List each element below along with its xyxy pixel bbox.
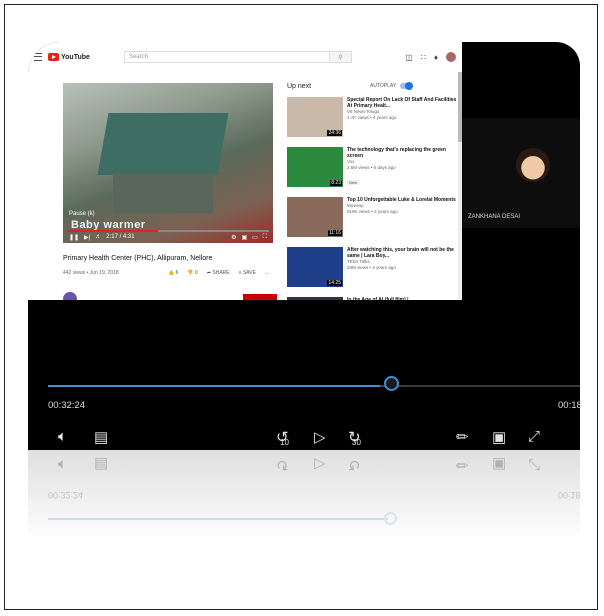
- youtube-play-icon: [48, 53, 59, 61]
- reflection: 🔈︎ ▤ ↺ ▷ ↻ ✏︎ ▣ ⤢ 00:32:24 00:18:: [28, 450, 580, 540]
- recommendation-title[interactable]: Special Report On Lack Of Staff And Faci…: [347, 97, 457, 109]
- reflected-rewind-icon: ↺: [276, 456, 289, 473]
- rewind-seconds: 10: [280, 438, 289, 447]
- save-button[interactable]: ≡ SAVE: [239, 270, 256, 276]
- duration-badge: 14:25: [327, 280, 342, 286]
- recommendation-title[interactable]: After watching this, your brain will not…: [347, 247, 457, 259]
- pen-icon[interactable]: ✏︎: [456, 428, 469, 446]
- reflected-play-icon: ▷: [314, 456, 326, 473]
- reflected-expand-icon: ⤢: [528, 456, 541, 473]
- reflected-speaker-icon: 🔈︎: [58, 456, 68, 473]
- channel-avatar[interactable]: [63, 292, 77, 300]
- reflected-slider: [48, 518, 388, 520]
- pause-icon[interactable]: ❚❚: [69, 234, 79, 241]
- next-icon[interactable]: ▶|: [84, 234, 90, 241]
- autoplay: AUTOPLAY: [370, 82, 414, 90]
- playback-slider-thumb[interactable]: [384, 376, 399, 391]
- captions-icon[interactable]: ▤: [94, 428, 108, 446]
- recommendation-item[interactable]: 24:36 Special Report On Lack Of Staff And…: [287, 97, 457, 145]
- recommendation-thumbnail[interactable]: [287, 297, 343, 300]
- more-button[interactable]: ...: [265, 270, 269, 276]
- up-next-label: Up next: [287, 83, 312, 90]
- speaker-icon[interactable]: 🔈︎: [58, 428, 67, 445]
- reflected-forward-icon: ↻: [348, 456, 361, 473]
- avatar[interactable]: [446, 52, 456, 62]
- search-icon: ⚲: [338, 54, 343, 61]
- recommendation-thumbnail[interactable]: 11:16: [287, 197, 343, 237]
- like-button[interactable]: 👍 6: [168, 270, 178, 276]
- reflected-pip-icon: ▣: [492, 456, 507, 473]
- youtube-progress-fill: [67, 230, 158, 232]
- duration-badge: 8:23: [330, 180, 342, 186]
- dislike-button[interactable]: 👎 0: [187, 270, 197, 276]
- fullscreen-icon[interactable]: ⛶: [263, 234, 267, 241]
- recommendations-list: 24:36 Special Report On Lack Of Staff And…: [287, 97, 457, 300]
- recommendation-item[interactable]: In the Age of AI (full film) |: [287, 297, 457, 300]
- play-button[interactable]: ▷: [314, 428, 326, 446]
- youtube-time: 2:17 / 4:31: [106, 234, 135, 240]
- share-button[interactable]: ➦ SHARE: [207, 270, 230, 276]
- reflected-slider-thumb: [384, 512, 397, 525]
- reflected-captions-icon: ▤: [94, 456, 109, 473]
- new-badge: New: [347, 180, 360, 185]
- video-actions: 👍 6 👎 0 ➦ SHARE ≡ SAVE ...: [168, 270, 269, 276]
- reflected-elapsed-time: 00:32:24: [48, 490, 84, 500]
- expand-icon[interactable]: ⤢: [528, 428, 540, 445]
- recommendation-item[interactable]: 11:16 Top 10 Unforgettable Luke & Lorelai…: [287, 197, 457, 245]
- reflected-pen-icon: ✏︎: [456, 456, 469, 473]
- forward-button[interactable]: ↻ 30: [348, 428, 361, 447]
- playback-slider-track[interactable]: [380, 385, 580, 387]
- video-title: Primary Health Center (PHC), Allipuram, …: [63, 255, 213, 262]
- youtube-video-player[interactable]: Pause (k) Baby warmer ❚❚ ▶| ♬ 2:17 / 4:3…: [63, 83, 273, 243]
- recommendation-meta: 2.5M views • 6 days ago: [347, 165, 396, 170]
- theater-icon[interactable]: ▭: [252, 234, 258, 241]
- recommendation-item[interactable]: 8:23 The technology that's replacing the …: [287, 147, 457, 195]
- youtube-progress-bar[interactable]: [67, 230, 269, 232]
- recommendation-title[interactable]: The technology that's replacing the gree…: [347, 147, 457, 159]
- apps-grid-icon[interactable]: ∷: [421, 53, 426, 62]
- pause-tooltip: Pause (k): [69, 211, 95, 217]
- forward-seconds: 30: [352, 438, 361, 447]
- duration-badge: 11:16: [327, 230, 342, 236]
- bell-icon[interactable]: ♦: [434, 53, 438, 62]
- picture-in-picture-icon[interactable]: ▣: [492, 428, 506, 446]
- volume-icon[interactable]: ♬: [95, 234, 101, 241]
- playback-slider-played[interactable]: [48, 385, 380, 387]
- recommendation-item[interactable]: 14:25 After watching this, your brain wil…: [287, 247, 457, 295]
- settings-icon[interactable]: ⚙: [231, 234, 236, 241]
- video-meta: 442 views • Jun 19, 2018: [63, 270, 119, 276]
- duration-badge: 24:36: [327, 130, 342, 136]
- recommendation-meta: 1.7K views • 4 years ago: [347, 115, 397, 120]
- recommendation-meta: 28M views • 4 years ago: [347, 265, 396, 270]
- youtube-logo[interactable]: YouTube: [48, 53, 90, 61]
- recommendation-meta: 819K views • 2 years ago: [347, 209, 398, 214]
- autoplay-toggle[interactable]: [400, 82, 414, 90]
- participant-name: ZANKHANA DESAI: [468, 214, 521, 220]
- search-button[interactable]: ⚲: [329, 51, 352, 63]
- reflected-remaining-time: 00:18:: [558, 490, 580, 500]
- video-player-window: YouTube Search ⚲ ◫ ∷ ♦ Pause (k) Baby wa…: [28, 42, 580, 450]
- video-frame-machine: [97, 113, 229, 175]
- menu-icon[interactable]: [34, 53, 42, 61]
- recommendation-thumbnail[interactable]: 8:23: [287, 147, 343, 187]
- rewind-button[interactable]: ↺ 10: [276, 428, 289, 447]
- youtube-header: YouTube Search ⚲ ◫ ∷ ♦: [28, 42, 462, 72]
- remaining-time: 00:18:: [558, 400, 580, 411]
- recommendation-title[interactable]: In the Age of AI (full film) |: [347, 297, 457, 300]
- elapsed-time: 00:32:24: [48, 400, 85, 411]
- video-frame-stand: [113, 173, 213, 213]
- upload-video-icon[interactable]: ◫: [405, 53, 413, 62]
- youtube-page: YouTube Search ⚲ ◫ ∷ ♦ Pause (k) Baby wa…: [28, 42, 462, 300]
- recommendation-thumbnail[interactable]: 14:25: [287, 247, 343, 287]
- recommendation-thumbnail[interactable]: 24:36: [287, 97, 343, 137]
- miniplayer-icon[interactable]: ▣: [241, 234, 247, 241]
- search-input[interactable]: Search: [123, 51, 330, 63]
- subscribe-button[interactable]: [243, 294, 277, 300]
- participant-avatar: [516, 148, 550, 182]
